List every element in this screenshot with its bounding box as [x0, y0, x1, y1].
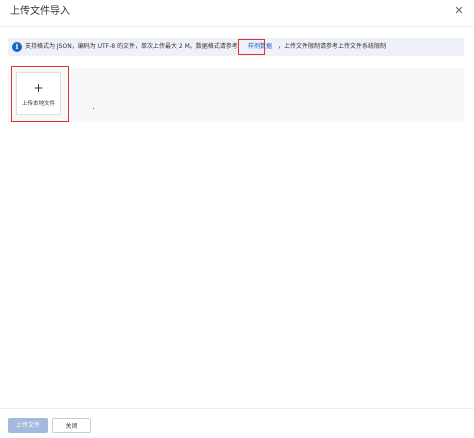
upload-local-file-label: 上传本地文件: [21, 101, 55, 107]
dialog-header: 上传文件导入 ✕: [0, 0, 474, 26]
notice-text: 支持格式为 JSON，编码为 UTF-8 的文件，单次上传最大 2 M。数据格式…: [25, 43, 238, 50]
plus-icon: +: [33, 81, 44, 95]
close-icon[interactable]: ✕: [452, 4, 466, 18]
close-button[interactable]: 关闭: [52, 418, 91, 433]
footer-divider: [0, 408, 474, 409]
upload-local-file-button[interactable]: + 上传本地文件: [16, 72, 61, 115]
upload-file-button[interactable]: 上传文件: [8, 418, 48, 433]
upload-import-dialog: 上传文件导入 ✕ i 支持格式为 JSON，编码为 UTF-8 的文件，单次上传…: [0, 0, 474, 438]
sample-data-link-highlight: [238, 39, 265, 55]
notice-text-suffix: ，上传文件限制请参考上传文件系统限制: [278, 43, 387, 50]
info-notice: i 支持格式为 JSON，编码为 UTF-8 的文件，单次上传最大 2 M。数据…: [8, 38, 464, 56]
upload-area: [8, 68, 464, 122]
header-divider: [0, 26, 474, 27]
dialog-title: 上传文件导入: [10, 6, 70, 17]
info-icon: i: [12, 42, 22, 52]
dot-mark: [93, 108, 94, 109]
